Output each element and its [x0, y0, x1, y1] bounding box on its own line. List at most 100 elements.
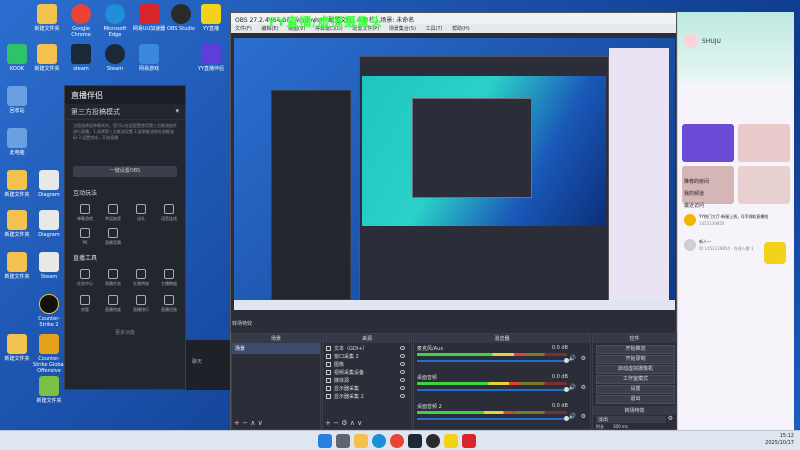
- tool-item[interactable]: 任务中心: [73, 269, 97, 287]
- more-functions-link[interactable]: 更多功能: [65, 329, 185, 336]
- exit-button[interactable]: 退出: [596, 395, 675, 404]
- gear-icon[interactable]: ⚙: [581, 413, 586, 420]
- menu-tools[interactable]: 工具(T): [426, 26, 443, 32]
- room-tile[interactable]: [738, 124, 790, 162]
- tool-item[interactable]: 直播排行: [129, 295, 153, 313]
- desktop-icon[interactable]: 网易游戏: [132, 44, 166, 72]
- interact-item[interactable]: 弹幕游戏: [73, 204, 97, 222]
- gear-icon[interactable]: ⚙: [581, 384, 586, 391]
- tool-item[interactable]: 直播热度: [101, 295, 125, 313]
- room-tile[interactable]: [682, 166, 734, 204]
- desktop-icon[interactable]: Diagram: [32, 170, 66, 198]
- source-item[interactable]: 媒体源: [326, 377, 349, 384]
- speaker-icon[interactable]: 🔊: [569, 413, 576, 420]
- tool-item[interactable]: 房管: [73, 295, 97, 313]
- obs-icon[interactable]: [426, 434, 440, 448]
- source-item[interactable]: 显示器采集: [326, 385, 359, 392]
- desktop-icon[interactable]: 新建文件夹: [0, 334, 34, 362]
- search-icon[interactable]: [336, 434, 350, 448]
- source-item[interactable]: 窗口采集 2: [326, 353, 359, 360]
- visibility-eye-icon[interactable]: [400, 394, 405, 398]
- desktop-icon[interactable]: Steam: [98, 44, 132, 72]
- start-icon[interactable]: [318, 434, 332, 448]
- desktop-icon[interactable]: Counter-Strike Global Offensive: [32, 334, 66, 374]
- move-up-icon[interactable]: ∧: [350, 419, 355, 427]
- desktop-icon[interactable]: Counter-Strike 2: [32, 294, 66, 328]
- source-settings-icon[interactable]: ⚙: [341, 419, 347, 427]
- desktop-icon[interactable]: Steam: [32, 252, 66, 280]
- desktop-icon[interactable]: OBS Studio: [164, 4, 198, 32]
- source-item[interactable]: 视频采集设备: [326, 369, 364, 376]
- desktop-icon[interactable]: 新建文件夹: [0, 170, 34, 198]
- volume-slider[interactable]: [417, 360, 567, 362]
- desktop-icon[interactable]: steam: [64, 44, 98, 72]
- mode-dropdown[interactable]: 第三方投稿模式 ▾: [65, 104, 185, 120]
- visibility-eye-icon[interactable]: [400, 370, 405, 374]
- room-tile[interactable]: [682, 124, 734, 162]
- speaker-icon[interactable]: 🔊: [569, 355, 576, 362]
- move-up-icon[interactable]: ∧: [250, 419, 255, 427]
- add-source-icon[interactable]: +: [325, 419, 331, 427]
- desktop-icon[interactable]: 新建文件夹: [0, 210, 34, 238]
- desktop-icon[interactable]: YY直播: [194, 4, 228, 32]
- menu-scene-collection[interactable]: 场景集合(S): [389, 26, 416, 32]
- recent-item[interactable]: YY热门大厅·新服上线，Q币领取直播啦 1452139854: [682, 212, 792, 234]
- explorer-icon[interactable]: [354, 434, 368, 448]
- tool-item[interactable]: 直播回放: [157, 295, 181, 313]
- transition-select[interactable]: 淡出: [596, 416, 666, 423]
- source-item[interactable]: 文本（GDI+）: [326, 345, 367, 352]
- avatar[interactable]: [684, 34, 698, 48]
- add-scene-icon[interactable]: +: [234, 419, 240, 427]
- room-tile[interactable]: [738, 166, 790, 204]
- volume-slider[interactable]: [417, 389, 567, 391]
- desktop-icon[interactable]: Google Chrome: [64, 4, 98, 38]
- chrome-icon[interactable]: [390, 434, 404, 448]
- desktop-icon[interactable]: Microsoft Edge: [98, 4, 132, 38]
- desktop-icon[interactable]: Diagram: [32, 210, 66, 238]
- steam-icon[interactable]: [408, 434, 422, 448]
- desktop-icon[interactable]: 新建文件夹: [0, 252, 34, 280]
- setup-obs-button[interactable]: 一键设置OBS: [73, 166, 177, 177]
- app-icon[interactable]: [462, 434, 476, 448]
- visibility-eye-icon[interactable]: [400, 346, 405, 350]
- move-down-icon[interactable]: ∨: [357, 419, 362, 427]
- visibility-eye-icon[interactable]: [400, 354, 405, 358]
- menu-file[interactable]: 文件(F): [235, 26, 252, 32]
- desktop-icon[interactable]: 新建文件夹: [30, 4, 64, 32]
- studio-mode-button[interactable]: 工作室模式: [596, 375, 675, 384]
- obs-preview[interactable]: [234, 38, 675, 310]
- interact-item[interactable]: PK: [73, 228, 97, 245]
- remove-source-icon[interactable]: −: [333, 419, 339, 427]
- desktop-icon[interactable]: 新建文件夹: [30, 44, 64, 72]
- clock[interactable]: 15:12 2025/10/17: [765, 433, 794, 447]
- duration-value[interactable]: 300 ms: [613, 424, 628, 429]
- visibility-eye-icon[interactable]: [400, 378, 405, 382]
- desktop-icon[interactable]: YY直播伴侣: [194, 44, 228, 72]
- visibility-eye-icon[interactable]: [400, 386, 405, 390]
- start-streaming-button[interactable]: 开始推流: [596, 345, 675, 354]
- desktop-icon[interactable]: 回收站: [0, 86, 34, 114]
- interact-item[interactable]: 送礼: [129, 204, 153, 222]
- scene-item[interactable]: 场景: [232, 343, 320, 354]
- start-recording-button[interactable]: 开始录制: [596, 355, 675, 364]
- source-item[interactable]: 显示器采集 2: [326, 393, 364, 400]
- interact-item[interactable]: 幸运抽奖: [101, 204, 125, 222]
- volume-slider[interactable]: [417, 418, 567, 420]
- interact-item[interactable]: 语音连线: [157, 204, 181, 222]
- yy-icon[interactable]: [444, 434, 458, 448]
- desktop-icon[interactable]: KOOK: [0, 44, 34, 72]
- desktop-icon[interactable]: 网易UU加速器: [132, 4, 166, 32]
- interact-item[interactable]: 直播竞猜: [101, 228, 125, 246]
- visibility-eye-icon[interactable]: [400, 362, 405, 366]
- speaker-icon[interactable]: 🔊: [569, 384, 576, 391]
- gear-icon[interactable]: ⚙: [581, 355, 586, 362]
- tool-item[interactable]: 主播数据: [157, 269, 181, 287]
- menu-help[interactable]: 帮助(H): [452, 26, 470, 32]
- remove-scene-icon[interactable]: −: [242, 419, 248, 427]
- tool-item[interactable]: 直播任务: [101, 269, 125, 287]
- source-item[interactable]: 图像: [326, 361, 344, 368]
- gear-icon[interactable]: ⚙: [668, 415, 673, 422]
- move-down-icon[interactable]: ∨: [258, 419, 263, 427]
- settings-button[interactable]: 设置: [596, 385, 675, 394]
- tool-item[interactable]: 礼物特效: [129, 269, 153, 287]
